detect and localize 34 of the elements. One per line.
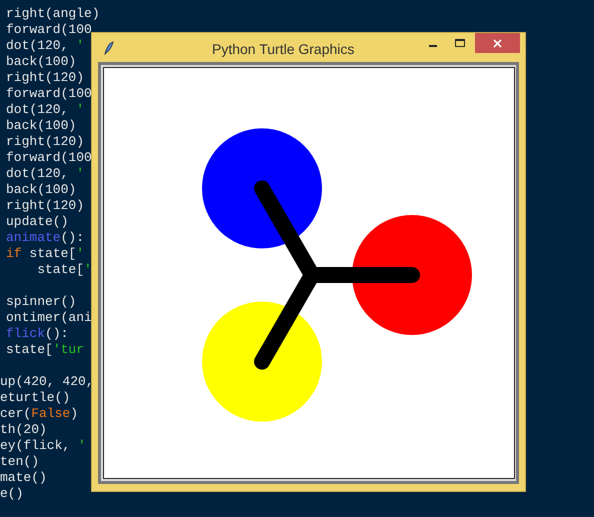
code-line: eturtle(): [0, 390, 70, 406]
code-line: dot(120, ': [6, 166, 84, 182]
code-line: back(100): [6, 54, 76, 70]
code-line: ey(flick, ': [0, 438, 86, 454]
code-line: right(120): [6, 134, 84, 150]
code-line: state[': [36, 262, 92, 278]
code-line: if state[': [6, 246, 84, 262]
code-line: forward(100: [6, 86, 92, 102]
code-line: e(): [0, 486, 24, 502]
close-button[interactable]: [475, 33, 520, 53]
code-line: right(120): [6, 70, 84, 86]
code-line: animate():: [6, 230, 84, 246]
code-line: back(100): [6, 182, 76, 198]
code-line: th(20): [0, 422, 47, 438]
code-line: right(angle): [6, 6, 100, 22]
window-title: Python Turtle Graphics: [212, 40, 354, 59]
code-line: spinner(): [6, 294, 76, 310]
code-line: ten(): [0, 454, 40, 470]
code-line: cer(False): [0, 406, 78, 422]
code-line: mate(): [0, 470, 47, 486]
code-line: update(): [6, 214, 68, 230]
close-icon: [493, 38, 502, 48]
maximize-button[interactable]: [453, 36, 467, 50]
code-line: dot(120, ': [6, 38, 84, 54]
code-line: back(100): [6, 118, 76, 134]
code-line: up(420, 420,: [0, 374, 94, 390]
code-line: right(120): [6, 198, 84, 214]
code-line: forward(100: [6, 150, 92, 166]
code-line: state['tur: [6, 342, 84, 358]
code-line: dot(120, ': [6, 102, 84, 118]
code-line: forward(100: [6, 22, 92, 38]
code-line: flick():: [6, 326, 68, 342]
feather-icon: [104, 40, 114, 54]
code-line: ontimer(ani: [6, 310, 92, 326]
